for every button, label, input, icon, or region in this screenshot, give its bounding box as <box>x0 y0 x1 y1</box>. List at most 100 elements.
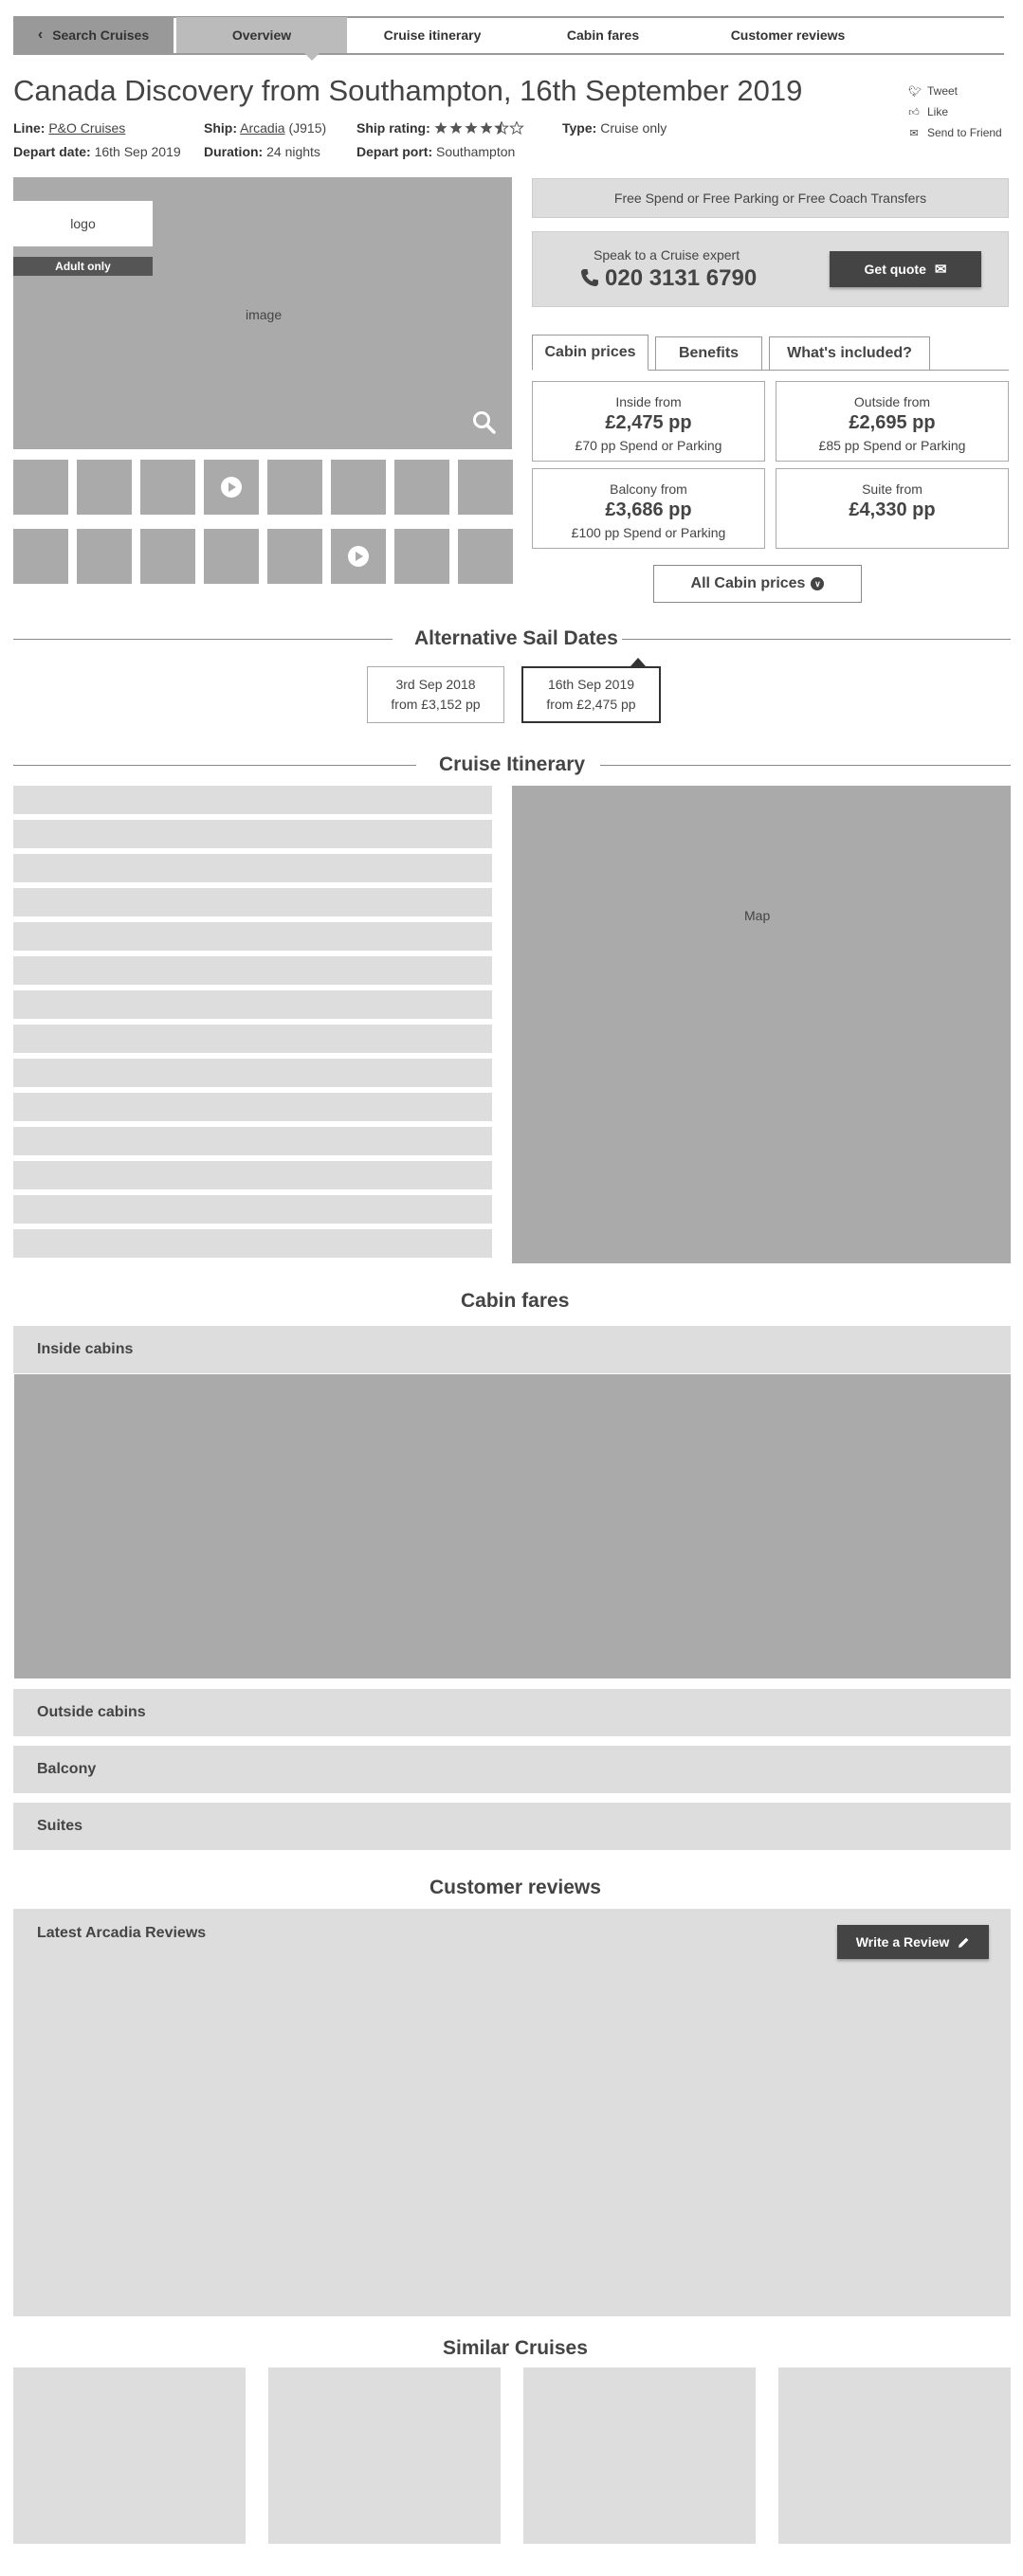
tab-customer-reviews[interactable]: Customer reviews <box>698 17 878 53</box>
tab-whats-included-label: What's included? <box>787 345 912 361</box>
tab-cruise-itinerary[interactable]: Cruise itinerary <box>347 17 518 53</box>
play-icon <box>221 477 242 498</box>
gallery-thumbnail[interactable] <box>204 529 259 584</box>
get-quote-label: Get quote <box>864 262 926 277</box>
price-offer: £85 pp Spend or Parking <box>818 438 966 453</box>
section-divider <box>622 639 1011 640</box>
price-value: £4,330 pp <box>849 499 936 520</box>
tab-benefits-label: Benefits <box>678 345 740 361</box>
gallery-thumbnail[interactable] <box>458 460 513 515</box>
itinerary-row[interactable] <box>13 1093 492 1121</box>
write-review-button[interactable]: Write a Review <box>837 1925 989 1959</box>
sail-dates-heading: Alternative Sail Dates <box>414 627 618 649</box>
price-value: £2,695 pp <box>849 412 936 433</box>
expert-label: Speak to a Cruise expert <box>594 247 740 263</box>
itinerary-row[interactable] <box>13 1025 492 1053</box>
gallery-thumbnail[interactable] <box>77 460 132 515</box>
price-offer: £70 pp Spend or Parking <box>575 438 722 453</box>
itinerary-row[interactable] <box>13 854 492 882</box>
customer-reviews-heading: Customer reviews <box>429 1877 601 1898</box>
itinerary-row[interactable] <box>13 1229 492 1258</box>
gallery-thumbnail[interactable] <box>267 529 322 584</box>
similar-cruises-heading: Similar Cruises <box>443 2337 588 2359</box>
get-quote-button[interactable]: Get quote ✉ <box>830 251 981 287</box>
itinerary-row[interactable] <box>13 1161 492 1189</box>
page-title: Canada Discovery from Southampton, 16th … <box>13 74 803 107</box>
meta-duration: Duration: 24 nights <box>204 144 320 159</box>
twitter-icon: 🐦︎ <box>908 85 922 98</box>
tab-whats-included[interactable]: What's included? <box>769 336 930 371</box>
tab-cabin-fares[interactable]: Cabin fares <box>518 17 688 53</box>
price-inside[interactable]: Inside from £2,475 pp £70 pp Spend or Pa… <box>532 381 765 462</box>
similar-cruise-card[interactable] <box>13 2367 246 2544</box>
itinerary-row[interactable] <box>13 786 492 814</box>
search-cruises-button[interactable]: ‹ Search Cruises <box>13 17 174 53</box>
reviews-panel-title: Latest Arcadia Reviews <box>37 1925 207 1941</box>
expert-phone-number[interactable]: 020 3131 6790 <box>580 265 757 292</box>
itinerary-row[interactable] <box>13 956 492 985</box>
itinerary-row[interactable] <box>13 888 492 916</box>
rating-stars <box>434 120 527 136</box>
zoom-icon[interactable] <box>471 409 496 434</box>
gallery-thumbnail[interactable] <box>458 529 513 584</box>
gallery-thumbnail[interactable] <box>13 460 68 515</box>
sail-date-option[interactable]: 3rd Sep 2018 from £3,152 pp <box>367 666 504 723</box>
price-offer: £100 pp Spend or Parking <box>571 525 726 540</box>
tab-overview-label: Overview <box>231 27 292 43</box>
similar-cruise-card[interactable] <box>523 2367 756 2544</box>
itinerary-row[interactable] <box>13 922 492 951</box>
all-cabin-prices-button[interactable]: All Cabin prices ∨ <box>653 565 862 603</box>
accordion-inside-cabins[interactable]: Inside cabins <box>13 1326 1011 1373</box>
write-review-label: Write a Review <box>855 1934 950 1950</box>
meta-depart-date: Depart date: 16th Sep 2019 <box>13 144 181 159</box>
tab-reviews-label: Customer reviews <box>730 27 846 43</box>
ship-link[interactable]: Arcadia <box>240 120 284 136</box>
gallery-thumbnail[interactable] <box>331 460 386 515</box>
similar-cruise-card[interactable] <box>778 2367 1011 2544</box>
sail-price: from £3,152 pp <box>391 697 481 712</box>
active-tab-caret <box>304 53 320 61</box>
tab-cabin-prices-label: Cabin prices <box>544 344 636 360</box>
envelope-icon: ✉ <box>934 262 947 278</box>
gallery-thumbnail[interactable] <box>394 529 449 584</box>
like-link[interactable]: 👍︎ Like <box>908 105 948 118</box>
envelope-icon: ✉ <box>909 127 919 139</box>
accordion-suites[interactable]: Suites <box>13 1803 1011 1850</box>
tab-overview[interactable]: Overview <box>176 17 347 53</box>
cabin-fares-heading: Cabin fares <box>461 1290 570 1312</box>
price-balcony[interactable]: Balcony from £3,686 pp £100 pp Spend or … <box>532 468 765 549</box>
gallery-video-thumbnail[interactable] <box>331 529 386 584</box>
itinerary-row[interactable] <box>13 820 492 848</box>
price-outside[interactable]: Outside from £2,695 pp £85 pp Spend or P… <box>776 381 1009 462</box>
tab-cabin-prices[interactable]: Cabin prices <box>532 335 649 371</box>
reviews-panel: Latest Arcadia Reviews Write a Review <box>13 1909 1011 2316</box>
gallery-thumbnail[interactable] <box>140 529 195 584</box>
itinerary-row[interactable] <box>13 1195 492 1224</box>
search-cruises-label: Search Cruises <box>52 27 150 43</box>
gallery-thumbnail[interactable] <box>77 529 132 584</box>
gallery-video-thumbnail[interactable] <box>204 460 259 515</box>
sail-date: 3rd Sep 2018 <box>395 677 476 692</box>
sail-date-option-selected[interactable]: 16th Sep 2019 from £2,475 pp <box>521 666 661 723</box>
tab-benefits[interactable]: Benefits <box>655 336 762 371</box>
tweet-link[interactable]: 🐦︎ Tweet <box>908 84 958 98</box>
itinerary-map[interactable]: Map <box>512 786 1011 1263</box>
gallery-thumbnail[interactable] <box>267 460 322 515</box>
itinerary-row[interactable] <box>13 1059 492 1087</box>
accordion-outside-cabins[interactable]: Outside cabins <box>13 1689 1011 1736</box>
gallery-thumbnail[interactable] <box>13 529 68 584</box>
price-suite[interactable]: Suite from £4,330 pp <box>776 468 1009 549</box>
itinerary-row[interactable] <box>13 1127 492 1155</box>
accordion-balcony[interactable]: Balcony <box>13 1746 1011 1793</box>
send-to-friend-link[interactable]: ✉ Send to Friend <box>908 126 1001 139</box>
price-label: Suite from <box>862 481 923 497</box>
gallery-thumbnail[interactable] <box>394 460 449 515</box>
similar-cruise-card[interactable] <box>268 2367 501 2544</box>
gallery-thumbnail[interactable] <box>140 460 195 515</box>
sail-date: 16th Sep 2019 <box>547 677 635 692</box>
line-link[interactable]: P&O Cruises <box>48 120 125 136</box>
itinerary-row[interactable] <box>13 990 492 1019</box>
map-label: Map <box>744 908 771 923</box>
chevron-left-icon: ‹ <box>37 27 44 43</box>
adult-only-badge: Adult only <box>13 257 153 276</box>
